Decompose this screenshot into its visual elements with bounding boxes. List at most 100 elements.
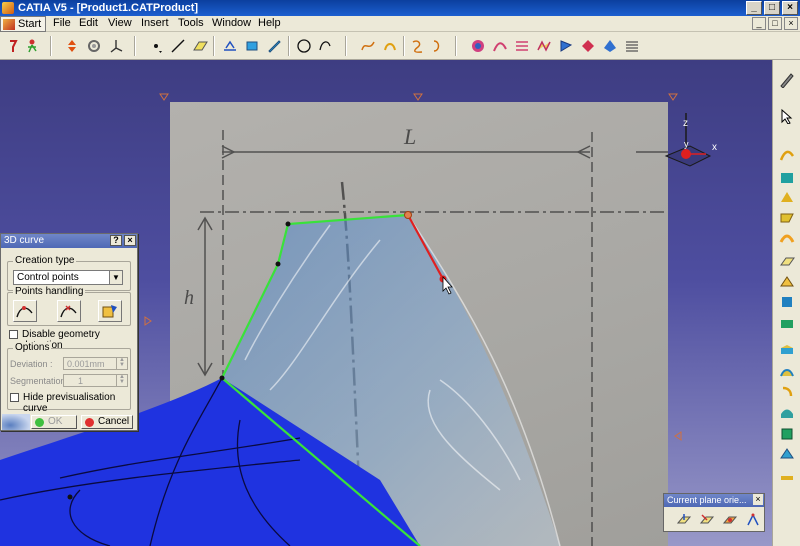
- match-icon[interactable]: [779, 426, 795, 442]
- main-toolbar: [0, 32, 800, 60]
- rotate-icon[interactable]: [86, 38, 102, 54]
- image-handle[interactable]: [413, 93, 423, 101]
- deviation-field[interactable]: 0.001mm ▲ ▼: [63, 357, 128, 370]
- hide-previs-checkbox[interactable]: [10, 393, 19, 402]
- surface-point[interactable]: [67, 494, 73, 500]
- isoparametric-icon[interactable]: [410, 38, 426, 54]
- doc-restore-button[interactable]: □: [768, 17, 782, 30]
- control-point-active[interactable]: [404, 211, 412, 219]
- close-button[interactable]: ×: [782, 1, 798, 15]
- spin-arrows-icon[interactable]: ▲ ▼: [116, 357, 127, 369]
- ok-button[interactable]: OK: [31, 415, 77, 429]
- segmentation-field[interactable]: 1 ▲ ▼: [63, 374, 128, 387]
- plane-icon[interactable]: [192, 38, 208, 54]
- select-run-icon[interactable]: [24, 38, 40, 54]
- menu-view[interactable]: View: [108, 17, 132, 29]
- dialog-title-bar[interactable]: 3D curve ? ×: [1, 234, 137, 248]
- trim-icon[interactable]: [779, 384, 795, 400]
- image-handle[interactable]: [668, 93, 678, 101]
- circle-icon[interactable]: [296, 38, 312, 54]
- spline-icon[interactable]: [360, 38, 376, 54]
- menu-window[interactable]: Window: [212, 17, 251, 29]
- dialog-close-button[interactable]: ×: [124, 235, 136, 246]
- deviation-value: 0.001mm: [67, 359, 105, 369]
- plane-orient-4-icon[interactable]: [745, 512, 761, 528]
- cancel-button[interactable]: Cancel: [81, 415, 133, 429]
- approx-icon[interactable]: [779, 446, 795, 462]
- plane-surf-icon[interactable]: [779, 254, 795, 270]
- cut-surf-icon[interactable]: [779, 364, 795, 380]
- extrude-icon[interactable]: [779, 274, 795, 290]
- dialog-help-button[interactable]: ?: [110, 235, 122, 246]
- chevron-down-icon[interactable]: ▼: [109, 271, 122, 284]
- plane-toolbar-title-bar[interactable]: Current plane orie... ×: [664, 494, 764, 507]
- pan-icon[interactable]: [64, 38, 80, 54]
- maximize-button[interactable]: □: [764, 1, 780, 15]
- control-point[interactable]: [219, 375, 225, 381]
- dialog-title: 3D curve: [4, 235, 45, 246]
- blend-icon[interactable]: [430, 38, 446, 54]
- fill-surf-icon[interactable]: [779, 404, 795, 420]
- cut-icon[interactable]: [624, 38, 640, 54]
- axis-icon[interactable]: [108, 38, 124, 54]
- import-icon[interactable]: [244, 38, 260, 54]
- fillet-icon[interactable]: [779, 316, 795, 332]
- right-toolbar: [772, 60, 800, 546]
- blend-surf-icon[interactable]: [779, 342, 795, 358]
- styled-icon[interactable]: [536, 38, 552, 54]
- segmentation-value: 1: [78, 376, 84, 386]
- doc-minimize-button[interactable]: _: [752, 17, 766, 30]
- fill-icon[interactable]: [492, 38, 508, 54]
- creation-type-select[interactable]: Control points ▼: [13, 270, 123, 285]
- surface-c-icon[interactable]: [779, 210, 795, 226]
- title-bar: CATIA V5 - [Product1.CATProduct] _ □ ×: [0, 0, 800, 16]
- menu-edit[interactable]: Edit: [79, 17, 98, 29]
- plane-toolbar-close-button[interactable]: ×: [753, 494, 763, 505]
- minimize-button[interactable]: _: [746, 1, 762, 15]
- spin-arrows-icon[interactable]: ▲ ▼: [116, 374, 127, 386]
- extend-icon[interactable]: [779, 466, 795, 482]
- point-icon[interactable]: [148, 38, 164, 54]
- net-surface-icon[interactable]: [514, 38, 530, 54]
- doc-close-button[interactable]: ×: [784, 17, 798, 30]
- sketch-3d-icon[interactable]: [222, 38, 238, 54]
- draw-icon[interactable]: [266, 38, 282, 54]
- select-icon[interactable]: [779, 108, 795, 124]
- offset-icon[interactable]: [382, 38, 398, 54]
- plane-orient-1-icon[interactable]: [676, 512, 692, 528]
- surface-a-icon[interactable]: [779, 170, 795, 186]
- toolbar-separator: [288, 36, 290, 56]
- menu-insert[interactable]: Insert: [141, 17, 169, 29]
- image-handle[interactable]: [144, 316, 152, 326]
- menu-file[interactable]: File: [53, 17, 71, 29]
- constraint-point-button[interactable]: [98, 300, 122, 322]
- image-handle[interactable]: [674, 431, 682, 441]
- control-point[interactable]: [285, 221, 291, 227]
- image-handle[interactable]: [159, 93, 169, 101]
- revolve-icon[interactable]: [779, 294, 795, 310]
- sketch-icon[interactable]: [779, 72, 795, 88]
- menu-tools[interactable]: Tools: [178, 17, 204, 29]
- remove-point-button[interactable]: [57, 300, 81, 322]
- surface-icon[interactable]: [470, 38, 486, 54]
- surface-d-icon[interactable]: [779, 230, 795, 246]
- plane-orient-3-icon[interactable]: [722, 512, 738, 528]
- line-icon[interactable]: [170, 38, 186, 54]
- plane-orient-2-icon[interactable]: [699, 512, 715, 528]
- toolbar-separator: [213, 36, 215, 56]
- curve-icon[interactable]: [318, 38, 334, 54]
- disable-geometry-checkbox[interactable]: [9, 330, 18, 339]
- insert-point-icon: [16, 306, 33, 318]
- help-icon[interactable]: [6, 38, 22, 54]
- analysis-icon[interactable]: [602, 38, 618, 54]
- menu-start[interactable]: Start: [0, 16, 46, 32]
- matching-icon[interactable]: [580, 38, 596, 54]
- surface-b-icon[interactable]: [779, 190, 795, 206]
- sweep-icon[interactable]: [558, 38, 574, 54]
- sketch-length-label: L: [403, 124, 416, 149]
- control-point[interactable]: [275, 261, 281, 267]
- insert-point-button[interactable]: [13, 300, 37, 322]
- curve-3d-icon[interactable]: [779, 148, 795, 164]
- compass-x-label: x: [712, 142, 717, 153]
- menu-help[interactable]: Help: [258, 17, 281, 29]
